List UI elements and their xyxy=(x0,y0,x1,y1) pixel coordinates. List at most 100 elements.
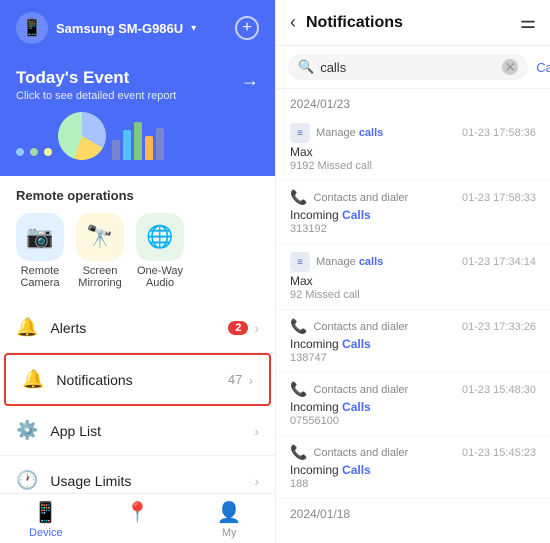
dot-yellow xyxy=(44,148,52,156)
nav-location[interactable]: 📍 xyxy=(92,500,184,539)
menu-item-alerts[interactable]: 🔔 Alerts 2 › xyxy=(0,303,275,353)
remote-mirroring[interactable]: 🔭 ScreenMirroring xyxy=(76,213,124,289)
my-nav-label: My xyxy=(222,527,237,539)
app-name-3: Manage calls xyxy=(316,256,383,268)
highlight-2: Calls xyxy=(342,208,371,222)
remote-camera[interactable]: 📷 RemoteCamera xyxy=(16,213,64,289)
app-name-4: Contacts and dialer xyxy=(313,321,408,333)
notif-app-1: ≡ Manage calls xyxy=(290,123,383,143)
app-name-1: Manage calls xyxy=(316,127,383,139)
search-icon: 🔍 xyxy=(298,59,314,75)
notif-time-4: 01-23 17:33:26 xyxy=(462,321,536,333)
notif-item-5[interactable]: 📞 Contacts and dialer 01-23 15:48:30 Inc… xyxy=(276,373,550,436)
notif-content-2: Incoming Calls 313192 xyxy=(290,208,536,235)
notifications-list: 2024/01/23 ≡ Manage calls 01-23 17:58:36… xyxy=(276,89,550,543)
right-panel: ‹ Notifications ⚌ 🔍 ✕ Cancel 2024/01/23 … xyxy=(275,0,550,543)
notif-content-5: Incoming Calls 07556100 xyxy=(290,400,536,427)
dot-row xyxy=(16,148,52,156)
applist-label: App List xyxy=(50,423,254,439)
remote-audio[interactable]: 🌐 One-WayAudio xyxy=(136,213,184,289)
highlight-5: Calls xyxy=(342,400,371,414)
bar4 xyxy=(145,136,153,160)
notifications-label: Notifications xyxy=(56,372,227,388)
device-nav-icon: 📱 xyxy=(33,500,58,525)
device-header: 📱 Samsung SM-G986U ▾ + xyxy=(0,0,275,56)
mirroring-icon-wrap: 🔭 xyxy=(76,213,124,261)
menu-item-usage[interactable]: 🕐 Usage Limits › xyxy=(0,456,275,493)
notif-top-5: 📞 Contacts and dialer 01-23 15:48:30 xyxy=(290,381,536,398)
bar5 xyxy=(156,128,164,160)
event-arrow-icon: → xyxy=(241,70,259,91)
app-name-6: Contacts and dialer xyxy=(313,447,408,459)
menu-item-applist[interactable]: ⚙️ App List › xyxy=(0,406,275,456)
notif-content-3: Max 92 Missed call xyxy=(290,274,536,301)
device-dropdown-icon[interactable]: ▾ xyxy=(191,23,196,34)
left-panel: 📱 Samsung SM-G986U ▾ + Today's Event Cli… xyxy=(0,0,275,543)
bar1 xyxy=(112,140,120,160)
device-icon: 📱 xyxy=(16,12,48,44)
location-nav-icon: 📍 xyxy=(125,500,150,525)
back-button[interactable]: ‹ xyxy=(290,12,296,33)
notif-main-6: Incoming Calls xyxy=(290,463,536,477)
notif-time-5: 01-23 15:48:30 xyxy=(462,384,536,396)
usage-label: Usage Limits xyxy=(50,473,254,489)
event-card[interactable]: Today's Event Click to see detailed even… xyxy=(0,56,275,176)
notif-item-1[interactable]: ≡ Manage calls 01-23 17:58:36 Max 9192 M… xyxy=(276,115,550,181)
notif-item-6[interactable]: 📞 Contacts and dialer 01-23 15:45:23 Inc… xyxy=(276,436,550,499)
notif-app-6: 📞 Contacts and dialer xyxy=(290,444,408,461)
notif-app-2: 📞 Contacts and dialer xyxy=(290,189,408,206)
manage-app-icon-3: ≡ xyxy=(297,257,303,268)
remote-mirroring-label: ScreenMirroring xyxy=(78,265,121,289)
applist-icon: ⚙️ xyxy=(16,420,38,441)
notif-sub-2: 313192 xyxy=(290,223,536,235)
notif-main-4: Incoming Calls xyxy=(290,337,536,351)
notif-top-6: 📞 Contacts and dialer 01-23 15:45:23 xyxy=(290,444,536,461)
nav-device[interactable]: 📱 Device xyxy=(0,500,92,539)
notif-item-3[interactable]: ≡ Manage calls 01-23 17:34:14 Max 92 Mis… xyxy=(276,244,550,310)
notif-content-1: Max 9192 Missed call xyxy=(290,145,536,172)
dot-green xyxy=(30,148,38,156)
highlight-4: Calls xyxy=(342,337,371,351)
event-subtitle: Click to see detailed event report xyxy=(16,90,259,102)
notif-sub-1: 9192 Missed call xyxy=(290,160,536,172)
applist-chevron: › xyxy=(254,423,259,439)
notif-top-2: 📞 Contacts and dialer 01-23 17:58:33 xyxy=(290,189,536,206)
notifications-count: 47 xyxy=(228,372,242,387)
bottom-nav: 📱 Device 📍 👤 My xyxy=(0,493,275,543)
notif-app-5: 📞 Contacts and dialer xyxy=(290,381,408,398)
notif-sub-3: 92 Missed call xyxy=(290,289,536,301)
notif-time-6: 01-23 15:45:23 xyxy=(462,447,536,459)
highlight-6: Calls xyxy=(342,463,371,477)
my-nav-icon: 👤 xyxy=(217,500,242,525)
manage-app-icon: ≡ xyxy=(297,128,303,139)
menu-list: 🔔 Alerts 2 › 🔔 Notifications 47 › ⚙️ App… xyxy=(0,303,275,493)
notifications-chevron: › xyxy=(248,372,253,388)
menu-item-notifications[interactable]: 🔔 Notifications 47 › xyxy=(4,353,271,406)
notif-content-6: Incoming Calls 188 xyxy=(290,463,536,490)
device-info: 📱 Samsung SM-G986U ▾ xyxy=(16,12,196,44)
event-illustration xyxy=(16,112,259,160)
app-name-2: Contacts and dialer xyxy=(313,192,408,204)
notif-main-2: Incoming Calls xyxy=(290,208,536,222)
notif-time-3: 01-23 17:34:14 xyxy=(462,256,536,268)
filter-button[interactable]: ⚌ xyxy=(520,12,536,33)
add-device-button[interactable]: + xyxy=(235,16,259,40)
cancel-button[interactable]: Cancel xyxy=(536,60,550,75)
right-header: ‹ Notifications ⚌ xyxy=(276,0,550,46)
nav-my[interactable]: 👤 My xyxy=(183,500,275,539)
notif-sub-6: 188 xyxy=(290,478,536,490)
notif-item-2[interactable]: 📞 Contacts and dialer 01-23 17:58:33 Inc… xyxy=(276,181,550,244)
bar-chart xyxy=(112,120,164,160)
bar3 xyxy=(134,122,142,160)
app-name-5: Contacts and dialer xyxy=(313,384,408,396)
search-bar: 🔍 ✕ Cancel xyxy=(276,46,550,89)
dot-blue xyxy=(16,148,24,156)
notif-top-3: ≡ Manage calls 01-23 17:34:14 xyxy=(290,252,536,272)
search-input[interactable] xyxy=(320,60,496,75)
notif-item-4[interactable]: 📞 Contacts and dialer 01-23 17:33:26 Inc… xyxy=(276,310,550,373)
usage-chevron: › xyxy=(254,473,259,489)
notif-main-1: Max xyxy=(290,145,536,159)
clear-search-button[interactable]: ✕ xyxy=(502,59,518,75)
usage-icon: 🕐 xyxy=(16,470,38,491)
notif-top-4: 📞 Contacts and dialer 01-23 17:33:26 xyxy=(290,318,536,335)
